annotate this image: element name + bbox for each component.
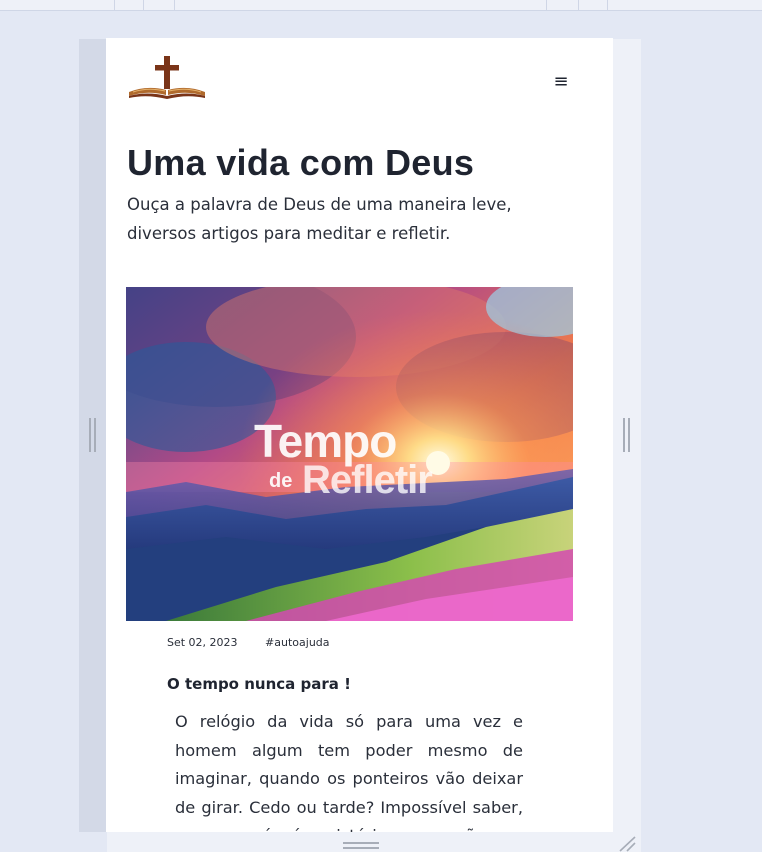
hamburger-menu-icon[interactable]: ≡ (549, 70, 573, 92)
toolbar-divider (578, 0, 579, 10)
toolbar-divider (174, 0, 175, 10)
post-body: O relógio da vida só para uma vez e home… (175, 712, 523, 832)
page-preview: ≡ Uma vida com Deus Ouça a palavra de De… (106, 38, 613, 832)
hero-title-line2: Refletir (302, 458, 432, 502)
post-title[interactable]: O tempo nunca para ! (167, 675, 351, 693)
post-hero-image[interactable]: Tempo de Refletir (126, 287, 573, 621)
post-date: Set 02, 2023 (167, 636, 238, 649)
post-meta: Set 02, 2023 #autoajuda (167, 636, 354, 649)
post-tag[interactable]: #autoajuda (265, 636, 329, 649)
resize-corner-icon[interactable] (616, 834, 638, 852)
resize-handle-left[interactable] (89, 418, 96, 452)
toolbar-divider (114, 0, 115, 10)
hero-title-small: de (269, 470, 292, 492)
toolbar-divider (546, 0, 547, 10)
site-subtitle: Ouça a palavra de Deus de uma maneira le… (127, 195, 512, 243)
toolbar-divider (607, 0, 608, 10)
resize-handle-bottom[interactable] (343, 842, 379, 849)
editor-toolbar (0, 0, 762, 11)
toolbar-divider (143, 0, 144, 10)
resize-handle-right[interactable] (623, 418, 630, 452)
site-title: Uma vida com Deus (127, 142, 475, 183)
cross-on-open-bible-icon[interactable] (127, 56, 207, 100)
